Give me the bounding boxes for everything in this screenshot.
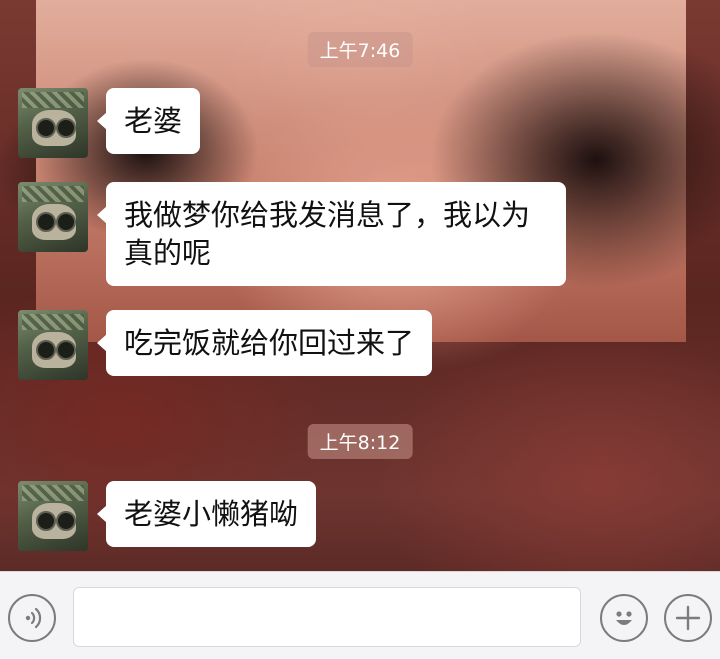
message-row: 老婆 xyxy=(18,88,201,158)
emoji-button[interactable] xyxy=(600,594,648,642)
timestamp: 上午7:46 xyxy=(307,32,413,67)
input-bar xyxy=(0,571,720,659)
voice-icon xyxy=(25,607,42,629)
message-row: 老婆小懒猪呦 xyxy=(18,481,317,551)
message-row: 我做梦你给我发消息了，我以为真的呢 xyxy=(18,182,566,286)
message-row: 吃完饭就给你回过来了 xyxy=(18,310,433,380)
avatar[interactable] xyxy=(18,481,88,551)
voice-button[interactable] xyxy=(8,594,56,642)
avatar[interactable] xyxy=(18,88,88,158)
avatar[interactable] xyxy=(18,182,88,252)
plus-icon xyxy=(675,605,701,631)
emoji-icon xyxy=(616,611,632,625)
message-bubble[interactable]: 老婆小懒猪呦 xyxy=(96,481,317,547)
message-bubble[interactable]: 我做梦你给我发消息了，我以为真的呢 xyxy=(97,182,566,286)
more-button[interactable] xyxy=(664,594,712,642)
avatar[interactable] xyxy=(18,310,88,380)
timestamp: 上午8:12 xyxy=(307,424,413,459)
message-input[interactable] xyxy=(73,587,581,647)
message-bubble[interactable]: 老婆 xyxy=(96,88,201,154)
message-bubble[interactable]: 吃完饭就给你回过来了 xyxy=(96,310,433,376)
